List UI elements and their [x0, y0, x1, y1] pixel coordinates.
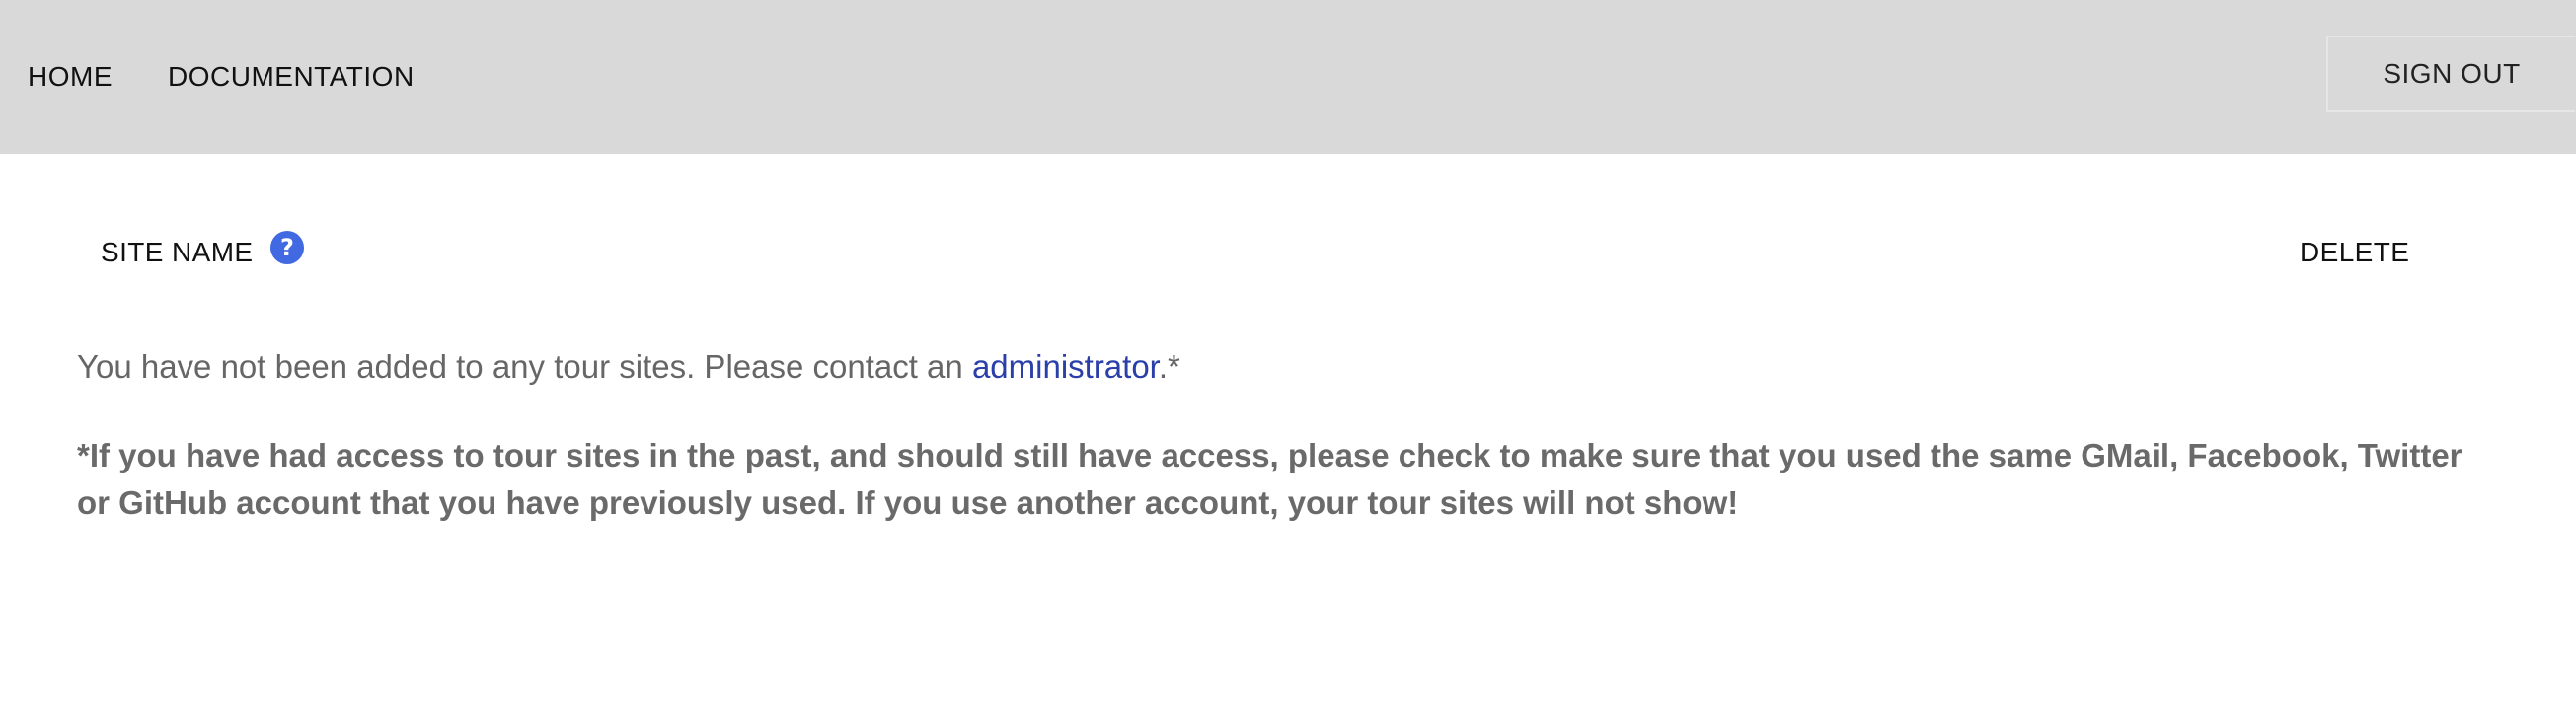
message-prefix: You have not been added to any tour site… — [77, 348, 972, 385]
administrator-link[interactable]: administrator — [972, 348, 1159, 385]
column-header-site-name: SITE NAME — [101, 237, 254, 267]
table-header: SITE NAME ? DELETE — [0, 231, 2576, 272]
sign-out-button[interactable]: SIGN OUT — [2326, 36, 2575, 112]
top-navbar: HOME DOCUMENTATION SIGN OUT — [0, 0, 2576, 154]
account-note: *If you have had access to tour sites in… — [77, 437, 2462, 521]
no-sites-message: You have not been added to any tour site… — [77, 347, 1180, 387]
column-header-delete: DELETE — [2300, 237, 2410, 267]
nav-documentation-link[interactable]: DOCUMENTATION — [168, 57, 415, 97]
question-circle-icon[interactable]: ? — [270, 231, 304, 264]
message-suffix: .* — [1158, 348, 1180, 385]
nav-home-link[interactable]: HOME — [28, 57, 113, 97]
